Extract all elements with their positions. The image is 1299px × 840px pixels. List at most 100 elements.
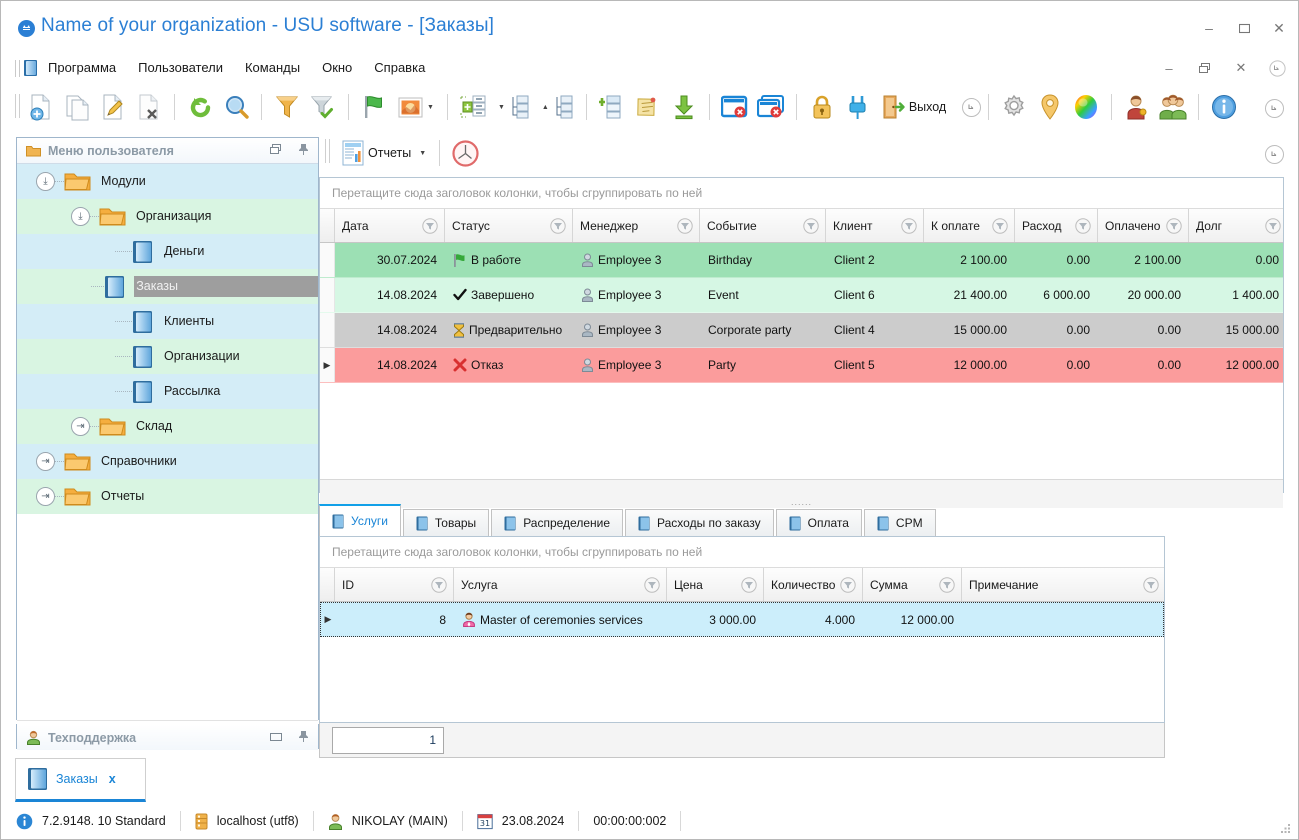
column-header-service[interactable]: Услуга bbox=[454, 568, 667, 601]
users-group-button[interactable] bbox=[1155, 89, 1191, 125]
expander-collapse-icon[interactable]: ⤓ bbox=[71, 207, 90, 226]
float-panel-button[interactable] bbox=[268, 142, 283, 157]
filter-icon[interactable] bbox=[431, 576, 447, 593]
copy-record-button[interactable] bbox=[59, 89, 95, 125]
tree-item-dengi[interactable]: Деньги bbox=[17, 234, 318, 269]
table-row[interactable]: 14.08.2024 Завершено Employee 3 Event Cl… bbox=[320, 278, 1283, 313]
tree-item-otchety[interactable]: ⇥ Отчеты bbox=[17, 479, 318, 514]
tree-item-moduli[interactable]: ⤓ Модули bbox=[17, 164, 318, 199]
tree-item-zakazy[interactable]: Заказы bbox=[17, 269, 318, 304]
tab-raspredelenie[interactable]: Распределение bbox=[491, 509, 624, 536]
search-button[interactable] bbox=[218, 89, 254, 125]
table-row[interactable]: ▶ 14.08.2024 Отказ Employee 3 Party Clie… bbox=[320, 348, 1283, 383]
exit-button[interactable]: Выход bbox=[876, 89, 956, 125]
chevron-down-icon[interactable]: ▼ bbox=[427, 104, 434, 111]
column-header-price[interactable]: Цена bbox=[667, 568, 764, 601]
clock-button[interactable] bbox=[447, 135, 483, 171]
filter-icon[interactable] bbox=[1143, 576, 1159, 593]
refresh-button[interactable] bbox=[182, 89, 218, 125]
filter-icon[interactable] bbox=[992, 217, 1008, 234]
filter-icon[interactable] bbox=[741, 576, 757, 593]
pin-support-button[interactable] bbox=[296, 729, 311, 744]
filter-icon[interactable] bbox=[901, 217, 917, 234]
menu-okno[interactable]: Окно bbox=[319, 58, 355, 77]
edit-record-button[interactable] bbox=[95, 89, 131, 125]
column-header-status[interactable]: Статус bbox=[445, 209, 573, 242]
close-all-windows-button[interactable] bbox=[753, 89, 789, 125]
toolbar-drag-grip[interactable] bbox=[15, 94, 20, 118]
close-icon[interactable]: x bbox=[109, 772, 116, 786]
filter-icon[interactable] bbox=[803, 217, 819, 234]
add-column-button[interactable] bbox=[594, 89, 630, 125]
filter-apply-button[interactable] bbox=[305, 89, 341, 125]
tree-item-sklad[interactable]: ⇥ Склад bbox=[17, 409, 318, 444]
delete-record-button[interactable] bbox=[131, 89, 167, 125]
close-window-button[interactable] bbox=[717, 89, 753, 125]
add-rows-button[interactable] bbox=[455, 89, 491, 125]
settings-button[interactable] bbox=[996, 89, 1032, 125]
collapse-tree-button[interactable]: ▼ bbox=[491, 89, 535, 125]
filter-icon[interactable] bbox=[1075, 217, 1091, 234]
menu-programma[interactable]: Программа bbox=[45, 58, 119, 77]
menu-drag-grip[interactable] bbox=[15, 60, 20, 77]
filter-icon[interactable] bbox=[550, 217, 566, 234]
toolbar-overflow-button[interactable] bbox=[962, 97, 982, 117]
orders-group-panel[interactable]: Перетащите сюда заголовок колонки, чтобы… bbox=[320, 178, 1283, 209]
plug-button[interactable] bbox=[840, 89, 876, 125]
expander-expand-icon[interactable]: ⇥ bbox=[36, 487, 55, 506]
menu-komandy[interactable]: Команды bbox=[242, 58, 303, 77]
resize-grip[interactable] bbox=[1279, 822, 1292, 835]
reports-button[interactable]: Отчеты ▼ bbox=[335, 135, 432, 171]
column-header-date[interactable]: Дата bbox=[335, 209, 445, 242]
column-header-qty[interactable]: Количество bbox=[764, 568, 863, 601]
column-header-note[interactable]: Примечание bbox=[962, 568, 1165, 601]
minimize-button[interactable]: – bbox=[1200, 19, 1218, 37]
new-record-button[interactable] bbox=[23, 89, 59, 125]
column-header-client[interactable]: Клиент bbox=[826, 209, 924, 242]
tab-cpm[interactable]: CPM bbox=[863, 509, 936, 536]
tree-item-spravochniki[interactable]: ⇥ Справочники bbox=[17, 444, 318, 479]
filter-icon[interactable] bbox=[840, 576, 856, 593]
mdi-restore-button[interactable] bbox=[1196, 59, 1214, 77]
column-header-id[interactable]: ID bbox=[335, 568, 454, 601]
tree-item-organizatsiya[interactable]: ⤓ Организация bbox=[17, 199, 318, 234]
tree-item-rassylka[interactable]: Рассылка bbox=[17, 374, 318, 409]
picture-button[interactable]: ▼ bbox=[392, 89, 440, 125]
float-support-button[interactable] bbox=[268, 729, 283, 744]
column-header-paid[interactable]: Оплачено bbox=[1098, 209, 1189, 242]
services-footer-value[interactable]: 1 bbox=[332, 726, 444, 754]
green-flag-button[interactable] bbox=[356, 89, 392, 125]
reports-toolbar-overflow-button[interactable] bbox=[1265, 145, 1284, 164]
table-row[interactable]: 14.08.2024 Предварительно Employee 3 Cor… bbox=[320, 313, 1283, 348]
tree-item-organizatsii[interactable]: Организации bbox=[17, 339, 318, 374]
tab-tovary[interactable]: Товары bbox=[402, 509, 490, 536]
mdi-overflow-button[interactable] bbox=[1268, 59, 1286, 77]
table-row[interactable]: 30.07.2024 В работе Employee 3 Birthday … bbox=[320, 243, 1283, 278]
user-rights-button[interactable] bbox=[1119, 89, 1155, 125]
tab-oplata[interactable]: Оплата bbox=[775, 509, 862, 536]
tree-item-klienty[interactable]: Клиенты bbox=[17, 304, 318, 339]
chevron-down-icon[interactable]: ▼ bbox=[419, 150, 426, 157]
tab-rashody[interactable]: Расходы по заказу bbox=[625, 509, 774, 536]
notes-button[interactable] bbox=[630, 89, 666, 125]
expander-expand-icon[interactable]: ⇥ bbox=[36, 452, 55, 471]
table-row[interactable]: ▶ 8 Master of ceremonies services 3 000.… bbox=[320, 602, 1164, 637]
map-pin-button[interactable] bbox=[1032, 89, 1068, 125]
reports-toolbar-grip[interactable] bbox=[325, 139, 330, 163]
column-header-debt[interactable]: Долг bbox=[1189, 209, 1287, 242]
filter-icon[interactable] bbox=[1166, 217, 1182, 234]
filter-icon[interactable] bbox=[422, 217, 438, 234]
menu-spravka[interactable]: Справка bbox=[371, 58, 428, 77]
mdi-minimize-button[interactable]: – bbox=[1160, 59, 1178, 77]
filter-icon[interactable] bbox=[644, 576, 660, 593]
column-header-to-pay[interactable]: К оплате bbox=[924, 209, 1015, 242]
download-button[interactable] bbox=[666, 89, 702, 125]
expand-tree-button[interactable]: ▲ bbox=[535, 89, 579, 125]
close-button[interactable]: ✕ bbox=[1270, 19, 1288, 37]
theme-color-button[interactable] bbox=[1068, 89, 1104, 125]
column-header-event[interactable]: Событие bbox=[700, 209, 826, 242]
tab-uslugi[interactable]: Услуги bbox=[319, 504, 401, 536]
filter-button[interactable] bbox=[269, 89, 305, 125]
filter-icon[interactable] bbox=[939, 576, 955, 593]
filter-icon[interactable] bbox=[1265, 217, 1281, 234]
